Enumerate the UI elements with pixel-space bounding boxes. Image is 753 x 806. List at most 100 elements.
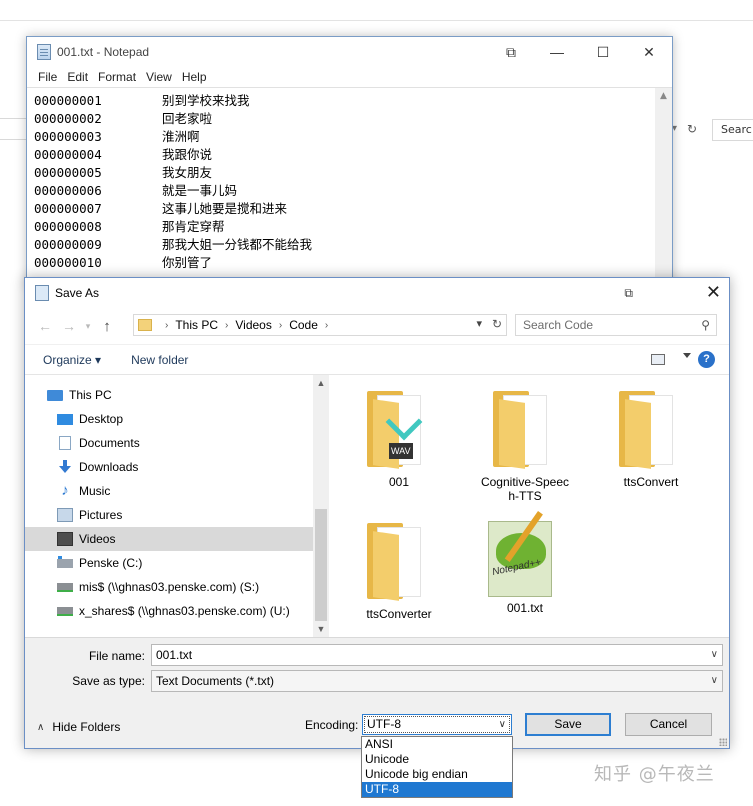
- dialog-body: This PC Desktop Documents Downloads ♪ Mu…: [25, 374, 729, 638]
- save-type-select[interactable]: Text Documents (*.txt) ∨: [151, 670, 723, 692]
- tree-item-videos[interactable]: Videos: [25, 527, 329, 551]
- background-refresh-icon[interactable]: ↻: [683, 120, 701, 138]
- line-text: 回老家啦: [162, 111, 213, 126]
- encoding-option[interactable]: Unicode: [362, 752, 512, 767]
- up-arrow-icon[interactable]: ↑: [95, 318, 119, 335]
- menu-help[interactable]: Help: [177, 67, 212, 87]
- chevron-right-icon[interactable]: ›: [165, 320, 168, 331]
- encoding-option[interactable]: UTF-8: [362, 782, 512, 797]
- maximize-button[interactable]: ☐: [580, 37, 626, 67]
- notepad-titlebar: 001.txt - Notepad ⧉ — ☐ ✕: [27, 37, 672, 67]
- scroll-down-icon[interactable]: ▼: [313, 621, 329, 637]
- file-name: ttsConverter: [366, 607, 432, 621]
- background-address-bar[interactable]: [0, 118, 28, 140]
- tree-item-drive-c[interactable]: Penske (C:): [25, 551, 329, 575]
- encoding-label: Encoding:: [305, 718, 359, 732]
- encoding-option[interactable]: Unicode big endian: [362, 767, 512, 782]
- menu-edit[interactable]: Edit: [62, 67, 93, 87]
- tree-item-this-pc[interactable]: This PC: [25, 383, 329, 407]
- scroll-thumb[interactable]: [315, 509, 327, 621]
- tree-item-label: mis$ (\\ghnas03.penske.com) (S:): [79, 580, 260, 594]
- file-item[interactable]: Notepad++ 001.txt: [470, 511, 580, 615]
- folder-item[interactable]: ttsConverter: [344, 519, 454, 621]
- desktop-icon: [57, 413, 73, 425]
- folder-item[interactable]: Cognitive-Speec h-TTS: [470, 387, 580, 503]
- restore-tab-icon[interactable]: ⧉: [488, 37, 534, 67]
- menu-file[interactable]: File: [33, 67, 62, 87]
- view-options-icon[interactable]: [651, 354, 665, 365]
- file-name: ttsConvert: [623, 475, 679, 489]
- dialog-close-button[interactable]: ✕: [706, 282, 721, 303]
- refresh-icon[interactable]: ↻: [492, 317, 502, 331]
- text-line: 000000010 你别管了: [34, 254, 672, 272]
- cancel-button[interactable]: Cancel: [625, 713, 712, 736]
- line-text: 那我大姐一分钱都不能给我: [162, 237, 313, 252]
- resize-grip[interactable]: [719, 738, 727, 746]
- tree-scrollbar[interactable]: ▲ ▼: [313, 375, 329, 637]
- tree-item-desktop[interactable]: Desktop: [25, 407, 329, 431]
- breadcrumb-videos[interactable]: Videos: [235, 318, 271, 332]
- watermark: 知乎 @午夜兰: [594, 764, 715, 785]
- restore-tab-icon[interactable]: ⧉: [624, 286, 633, 301]
- hide-folders-button[interactable]: ∧ Hide Folders: [37, 720, 120, 734]
- tree-item-music[interactable]: ♪ Music: [25, 479, 329, 503]
- scroll-up-icon[interactable]: ▲: [655, 88, 672, 105]
- line-number: 000000004: [34, 147, 102, 162]
- help-icon[interactable]: ?: [698, 351, 715, 368]
- tree-item-label: x_shares$ (\\ghnas03.penske.com) (U:): [79, 604, 290, 618]
- forward-arrow-icon[interactable]: →: [57, 318, 81, 334]
- background-window-top: [0, 0, 753, 22]
- line-text: 你别管了: [162, 255, 213, 270]
- tree-item-label: Pictures: [79, 508, 123, 522]
- dialog-footer: File name: 001.txt ∨ Save as type: Text …: [25, 638, 729, 748]
- address-bar[interactable]: › This PC › Videos › Code › ▾ ↻: [133, 314, 507, 336]
- line-number: 000000003: [34, 129, 102, 144]
- search-icon[interactable]: ⚲: [701, 315, 710, 335]
- folder-item[interactable]: ttsConvert: [596, 387, 706, 489]
- background-search-box[interactable]: Searc: [712, 119, 753, 141]
- chevron-down-icon[interactable]: ∨: [711, 645, 718, 665]
- close-button[interactable]: ✕: [626, 37, 672, 67]
- tree-item-label: Downloads: [79, 460, 139, 474]
- pictures-icon: [57, 508, 73, 522]
- tree-item-drive-u[interactable]: x_shares$ (\\ghnas03.penske.com) (U:): [25, 599, 329, 623]
- documents-icon: [59, 436, 71, 450]
- folder-icon: [493, 387, 557, 469]
- back-arrow-icon[interactable]: ←: [33, 318, 57, 334]
- tree-item-downloads[interactable]: Downloads: [25, 455, 329, 479]
- chevron-down-icon[interactable]: ∨: [499, 715, 506, 734]
- file-name-label: File name:: [88, 649, 145, 663]
- chevron-right-icon[interactable]: ›: [279, 320, 282, 331]
- encoding-select[interactable]: UTF-8 ∨: [362, 714, 512, 735]
- chevron-right-icon[interactable]: ›: [325, 320, 328, 331]
- notepad-app-icon: [37, 44, 51, 60]
- folder-icon: [619, 387, 683, 469]
- downloads-icon: [59, 460, 71, 474]
- tree-item-pictures[interactable]: Pictures: [25, 503, 329, 527]
- chevron-down-icon[interactable]: [683, 353, 691, 358]
- search-input[interactable]: Search Code ⚲: [515, 314, 717, 336]
- line-number: 000000010: [34, 255, 102, 270]
- encoding-option[interactable]: ANSI: [362, 737, 512, 752]
- chevron-right-icon[interactable]: ›: [225, 320, 228, 331]
- breadcrumb-this-pc[interactable]: This PC: [175, 318, 218, 332]
- recent-locations-icon[interactable]: ▾: [81, 321, 95, 332]
- chevron-down-icon[interactable]: ▾: [476, 317, 482, 330]
- chevron-down-icon[interactable]: ∨: [711, 671, 718, 691]
- notepad-scrollbar[interactable]: ▲: [655, 88, 672, 285]
- file-name-value: 001.txt: [156, 648, 193, 662]
- save-button[interactable]: Save: [525, 713, 611, 736]
- tree-item-drive-s[interactable]: mis$ (\\ghnas03.penske.com) (S:): [25, 575, 329, 599]
- menu-view[interactable]: View: [141, 67, 177, 87]
- breadcrumb-code[interactable]: Code: [289, 318, 318, 332]
- scroll-up-icon[interactable]: ▲: [313, 375, 329, 391]
- tree-item-documents[interactable]: Documents: [25, 431, 329, 455]
- minimize-button[interactable]: —: [534, 37, 580, 67]
- file-name-input[interactable]: 001.txt ∨: [151, 644, 723, 666]
- folder-item[interactable]: WAV 001: [344, 387, 454, 489]
- new-folder-button[interactable]: New folder: [131, 353, 188, 367]
- menu-format[interactable]: Format: [93, 67, 141, 87]
- notepad-text-area[interactable]: 000000001 别到学校来找我 000000002 回老家啦 000000003 淮洲…: [27, 87, 672, 285]
- organize-button[interactable]: Organize ▾: [43, 353, 101, 367]
- wav-label: WAV: [389, 443, 413, 459]
